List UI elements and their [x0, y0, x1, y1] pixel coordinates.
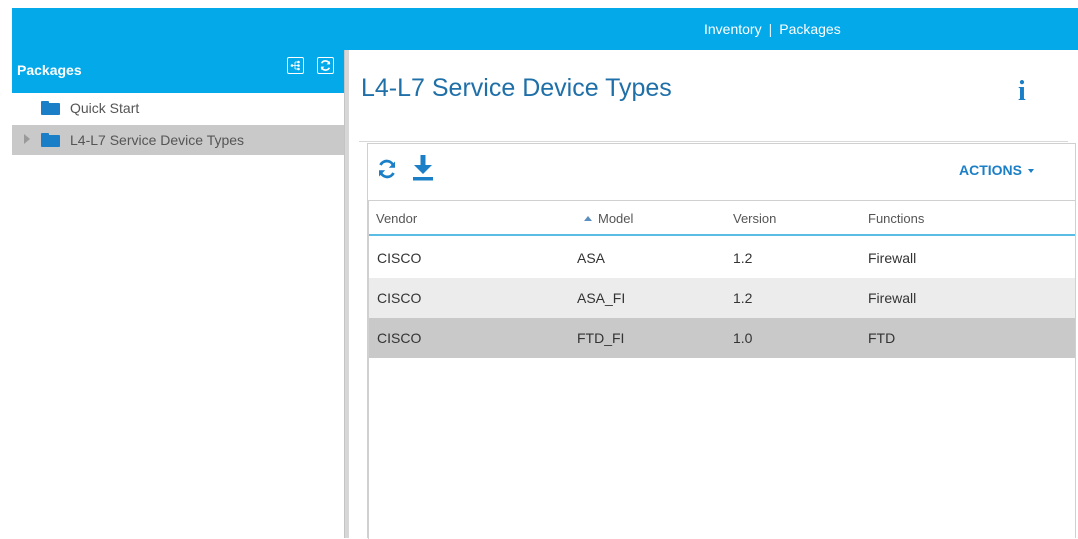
chevron-down-icon — [1028, 169, 1034, 174]
tree-item-quick-start[interactable]: Quick Start — [12, 93, 344, 123]
actions-label: ACTIONS — [959, 162, 1022, 178]
refresh-icon — [379, 159, 395, 179]
top-bar: Inventory | Packages — [12, 8, 1078, 50]
refresh-button[interactable] — [376, 158, 398, 185]
sidebar-refresh-button[interactable] — [317, 57, 334, 74]
sidebar-header: Packages — [12, 50, 344, 93]
tree-item-label: Quick Start — [70, 100, 140, 116]
cell-functions: FTD — [868, 330, 896, 346]
column-header-model[interactable]: Model — [584, 211, 633, 226]
cell-model: FTD_FI — [577, 330, 625, 346]
column-header-functions[interactable]: Functions — [868, 211, 924, 226]
cell-version: 1.2 — [733, 250, 753, 266]
column-header-version[interactable]: Version — [733, 211, 776, 226]
tree-item-label: L4-L7 Service Device Types — [70, 132, 245, 148]
tree-view-button[interactable] — [287, 57, 304, 74]
main-content: L4-L7 Service Device Types i ACTIONS Ven… — [349, 50, 1078, 539]
cell-vendor: CISCO — [377, 290, 422, 306]
download-button[interactable] — [412, 154, 434, 187]
sidebar-title: Packages — [17, 62, 82, 78]
cell-functions: Firewall — [868, 250, 917, 266]
breadcrumb-inventory[interactable]: Inventory — [704, 8, 762, 50]
cell-model: ASA_FI — [577, 290, 626, 306]
column-header-vendor[interactable]: Vendor — [376, 211, 417, 226]
cell-vendor: CISCO — [377, 330, 422, 346]
network-tree-icon — [290, 60, 300, 71]
title-divider — [359, 141, 1068, 142]
expand-caret-icon[interactable] — [24, 134, 30, 144]
actions-dropdown[interactable]: ACTIONS — [959, 162, 1034, 178]
download-icon — [413, 155, 433, 181]
table-row[interactable]: CISCO ASA 1.2 Firewall — [369, 238, 1075, 278]
column-header-model-label: Model — [598, 211, 634, 226]
table-row-selected[interactable]: CISCO FTD_FI 1.0 FTD — [369, 318, 1075, 358]
breadcrumb: Inventory | Packages — [704, 8, 841, 50]
info-icon[interactable]: i — [1018, 76, 1026, 108]
cell-version: 1.0 — [733, 330, 753, 346]
folder-icon — [41, 101, 60, 115]
table-header: Vendor Model Version Functions — [369, 201, 1075, 236]
page-title: L4-L7 Service Device Types — [361, 74, 672, 102]
device-types-table: Vendor Model Version Functions CISCO ASA… — [368, 200, 1075, 539]
device-types-panel: ACTIONS Vendor Model Version Functions C… — [367, 143, 1076, 539]
refresh-icon — [320, 60, 331, 71]
tree-item-l4-l7-service-device-types[interactable]: L4-L7 Service Device Types — [12, 125, 344, 155]
cell-version: 1.2 — [733, 290, 753, 306]
cell-model: ASA — [577, 250, 606, 266]
cell-vendor: CISCO — [377, 250, 422, 266]
breadcrumb-packages[interactable]: Packages — [779, 8, 840, 50]
folder-icon — [41, 133, 60, 147]
table-row[interactable]: CISCO ASA_FI 1.2 Firewall — [369, 278, 1075, 318]
breadcrumb-separator: | — [768, 21, 773, 37]
sidebar: Packages Quick Start L4-L7 Service Devic… — [12, 50, 344, 538]
cell-functions: Firewall — [868, 290, 917, 306]
sort-ascending-icon — [584, 216, 592, 221]
